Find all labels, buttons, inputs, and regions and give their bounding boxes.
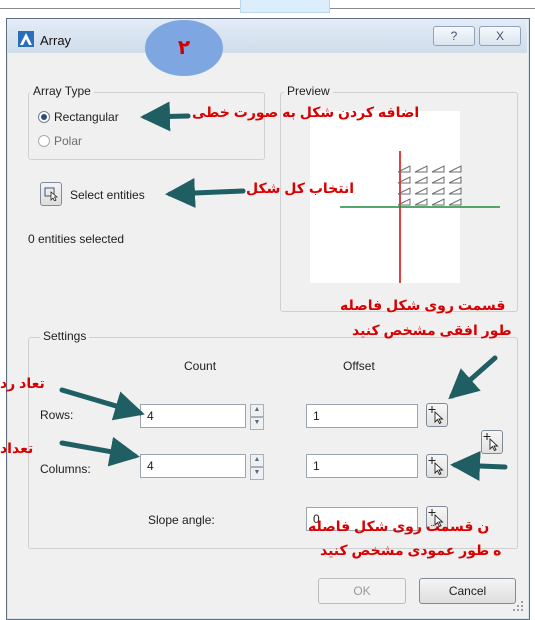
spin-up-icon[interactable]: ▲: [250, 454, 264, 467]
polar-radio[interactable]: [38, 135, 50, 147]
count-column-header: Count: [184, 359, 217, 373]
columns-label: Columns:: [40, 462, 91, 476]
cancel-button[interactable]: Cancel: [419, 578, 516, 604]
window-title: Array: [40, 33, 72, 48]
annotation-select: انتخاب کل شکل: [246, 180, 355, 196]
cursor-select-icon: [44, 187, 59, 202]
pick-point-icon: [483, 433, 499, 452]
entities-selected-count: 0 entities selected: [28, 232, 125, 246]
preview-array-item: [448, 176, 462, 184]
preview-label: Preview: [284, 84, 333, 98]
preview-array-item: [448, 165, 462, 173]
columns-offset-input[interactable]: 1: [306, 454, 418, 478]
pick-row-offset-button[interactable]: [426, 403, 448, 427]
annotation-vertical-offset-line1: ن قسمت روی شکل فاصله: [308, 518, 490, 534]
top-tab-strip: [240, 0, 330, 13]
annotation-vertical-offset-line2: ه طور عمودی مشخص کنید: [320, 542, 502, 558]
preview-array-item: [431, 176, 445, 184]
app-logo-icon: [18, 31, 34, 47]
rows-offset-input[interactable]: 1: [306, 404, 418, 428]
settings-label: Settings: [40, 329, 90, 343]
annotation-rectangular: اضافه کردن شکل به صورت خطی: [192, 104, 420, 120]
preview-array-item: [414, 187, 428, 195]
step-number-badge: ٢: [145, 20, 223, 76]
preview-array-item: [448, 198, 462, 206]
ok-button[interactable]: OK: [318, 578, 406, 604]
resize-grip-icon[interactable]: [512, 600, 524, 612]
columns-count-input[interactable]: 4: [140, 454, 246, 478]
annotation-rows: تعاد رد: [0, 375, 45, 391]
preview-array-item: [448, 187, 462, 195]
preview-array-item: [414, 165, 428, 173]
rows-count-spinner[interactable]: ▲ ▼: [250, 404, 264, 430]
preview-array-item: [431, 165, 445, 173]
preview-array-item: [414, 198, 428, 206]
slope-angle-label: Slope angle:: [148, 513, 215, 527]
polar-label[interactable]: Polar: [54, 134, 82, 148]
rectangular-label[interactable]: Rectangular: [54, 110, 119, 124]
spin-down-icon[interactable]: ▼: [250, 467, 264, 480]
help-button[interactable]: ?: [433, 26, 475, 46]
spin-down-icon[interactable]: ▼: [250, 417, 264, 430]
offset-column-header: Offset: [343, 359, 375, 373]
select-entities-button[interactable]: [40, 182, 62, 206]
rectangular-radio[interactable]: [38, 111, 50, 123]
preview-array-grid: [397, 165, 462, 206]
annotation-horizontal-offset-line2: طور افقی مشخص کنید: [352, 322, 512, 338]
preview-array-item: [414, 176, 428, 184]
rows-label: Rows:: [40, 408, 74, 422]
preview-array-item: [431, 187, 445, 195]
columns-count-spinner[interactable]: ▲ ▼: [250, 454, 264, 480]
annotation-horizontal-offset-line1: قسمت روی شکل فاصله: [340, 297, 506, 313]
preview-drawing: [340, 151, 500, 283]
preview-array-item: [431, 198, 445, 206]
close-button[interactable]: X: [479, 26, 521, 46]
pick-point-icon: [428, 406, 444, 425]
annotation-columns: تعداد: [0, 440, 34, 456]
array-type-label: Array Type: [30, 84, 94, 98]
pick-angle-button[interactable]: [481, 430, 503, 454]
close-icon: X: [495, 29, 504, 43]
help-icon: ?: [450, 29, 458, 43]
select-entities-label[interactable]: Select entities: [70, 188, 145, 202]
array-type-group: [28, 92, 265, 160]
pick-column-offset-button[interactable]: [426, 454, 448, 478]
pick-point-icon: [428, 457, 444, 476]
rows-count-input[interactable]: 4: [140, 404, 246, 428]
spin-up-icon[interactable]: ▲: [250, 404, 264, 417]
